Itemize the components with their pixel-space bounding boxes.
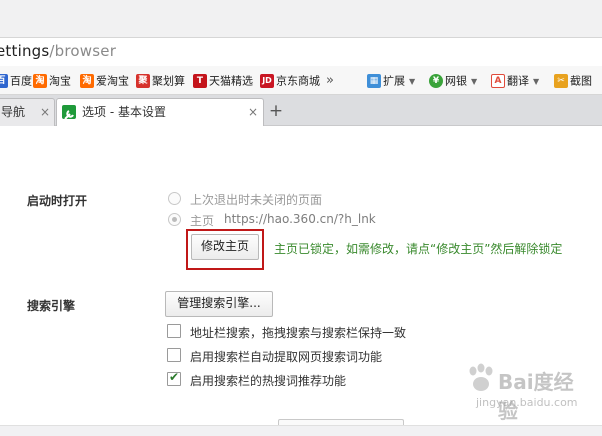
toolbar-translate[interactable]: A 翻译 ▼ (491, 72, 539, 89)
watermark-text: Bai度经验 (498, 370, 574, 423)
bookmark-tmall[interactable]: T 天猫精选 (193, 72, 253, 89)
hot-words-checkbox[interactable]: ✔ (167, 370, 181, 386)
bookmark-label: 爱淘宝 (96, 74, 129, 88)
chevron-down-icon: ▼ (471, 76, 478, 86)
bookmark-label: 京东商城 (276, 74, 320, 88)
new-tab-button[interactable]: + (266, 100, 286, 122)
bookmarks-bar: 百百度 淘淘宝 淘爱淘宝 聚聚划算 T 天猫精选 JD 京东商城 » ▦ 扩展 ▼ ¥ 网… (0, 66, 602, 95)
more-bookmarks-icon[interactable]: » (326, 72, 334, 89)
auto-extract-checkbox[interactable] (167, 348, 181, 362)
tmall-icon: T (193, 74, 207, 88)
tab-label: 导航 (1, 105, 26, 119)
startup-restore-radio[interactable] (168, 192, 181, 205)
toolbar-screenshot[interactable]: ✂ 截图 (554, 72, 592, 89)
toolbar-label: 网银 (445, 74, 467, 88)
tab-navigation[interactable]: 导航 × (0, 98, 55, 126)
watermark: Bai度经验 jingyan.baidu.com (462, 360, 592, 423)
startup-restore-label: 上次退出时未关闭的页面 (190, 193, 323, 207)
checkbox-label: 地址栏搜索，拖拽搜索与搜索栏保持一致 (190, 326, 407, 340)
toolbar-extensions[interactable]: ▦ 扩展 ▼ (367, 72, 415, 89)
radio-selected-dot (172, 217, 177, 222)
taobao-icon: 淘 (33, 74, 47, 88)
manage-search-engines-button[interactable]: 管理搜索引擎... (165, 291, 273, 317)
startup-section-label: 启动时打开 (27, 194, 88, 208)
homepage-url: https://hao.360.cn/?h_lnk (224, 212, 376, 226)
url-host: ettings (0, 42, 50, 60)
toolbar-ebank[interactable]: ¥ 网银 ▼ (429, 72, 477, 89)
toolbar-label: 翻译 (507, 74, 529, 88)
bookmark-label: 聚划算 (152, 74, 185, 88)
checkmark-icon: ✔ (169, 370, 180, 384)
bookmark-label: 天猫精选 (209, 74, 253, 88)
tab-label: 选项 - 基本设置 (82, 105, 166, 119)
screenshot-icon: ✂ (554, 74, 568, 88)
bookmark-jd[interactable]: JD 京东商城 (260, 72, 320, 89)
search-section-label: 搜索引擎 (27, 299, 76, 313)
window-top-strip (0, 0, 602, 37)
bookmark-label: 淘宝 (49, 74, 71, 88)
translate-icon: A (491, 74, 505, 88)
close-icon[interactable]: × (248, 99, 258, 125)
bookmark-label: 百度 (10, 74, 32, 88)
highlight-annotation-box (186, 229, 264, 270)
jd-icon: JD (260, 74, 274, 88)
homepage-locked-notice: 主页已锁定，如需修改，请点“修改主页”然后解除锁定 (274, 242, 563, 256)
bookmark-aitaobao[interactable]: 淘爱淘宝 (80, 72, 129, 89)
chevron-down-icon: ▼ (409, 76, 416, 86)
url-path: /browser (49, 42, 117, 60)
tab-settings[interactable]: 选项 - 基本设置 × (56, 98, 264, 127)
bookmark-baidu[interactable]: 百百度 (0, 72, 32, 89)
extensions-icon: ▦ (367, 74, 381, 88)
url-text[interactable]: ettings/browser (0, 42, 116, 60)
addressbar-search-checkbox[interactable] (167, 324, 181, 338)
tab-strip: 导航 × 选项 - 基本设置 × + (0, 95, 602, 127)
toolbar-label: 扩展 (383, 74, 405, 88)
ebank-icon: ¥ (429, 74, 443, 88)
close-icon[interactable]: × (40, 99, 50, 125)
address-bar[interactable]: ettings/browser (0, 37, 602, 67)
wrench-icon (62, 105, 76, 120)
startup-homepage-label: 主页 (190, 214, 215, 228)
bookmark-taobao[interactable]: 淘淘宝 (33, 72, 71, 89)
chevron-down-icon: ▼ (533, 76, 540, 86)
paw-icon (469, 363, 493, 391)
startup-homepage-radio[interactable] (168, 213, 181, 226)
watermark-url: jingyan.baidu.com (476, 396, 578, 409)
bookmark-juhuasuan[interactable]: 聚聚划算 (136, 72, 185, 89)
baidu-icon: 百 (0, 74, 8, 88)
toolbar-label: 截图 (570, 74, 592, 88)
checkbox-label: 启用搜索栏的热搜词推荐功能 (190, 374, 347, 388)
checkbox-label: 启用搜索栏自动提取网页搜索词功能 (190, 350, 383, 364)
aitaobao-icon: 淘 (80, 74, 94, 88)
status-strip (0, 425, 602, 436)
juhuasuan-icon: 聚 (136, 74, 150, 88)
